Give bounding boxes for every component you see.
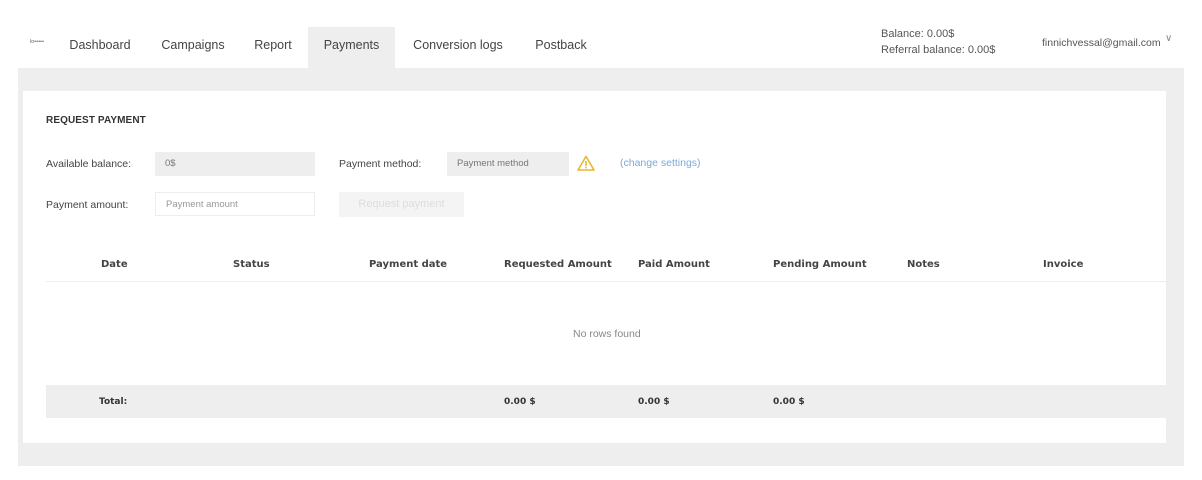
column-header-paid-amount[interactable]: Paid Amount (638, 259, 710, 270)
total-label: Total: (99, 397, 128, 407)
column-header-status[interactable]: Status (233, 259, 270, 270)
column-header-invoice[interactable]: Invoice (1043, 259, 1083, 270)
payment-amount-label: Payment amount: (46, 199, 129, 211)
payment-method-field: Payment method (447, 152, 569, 176)
nav-postback[interactable]: Postback (518, 27, 604, 68)
table-total-row (46, 385, 1170, 418)
available-balance-label: Available balance: (46, 158, 132, 170)
total-pending-amount: 0.00 $ (773, 397, 805, 407)
brand-logo[interactable]: lo••••• (30, 39, 44, 45)
balance-text: Balance: 0.00$ (881, 28, 955, 40)
payment-method-label: Payment method: (339, 158, 422, 170)
nav-campaigns[interactable]: Campaigns (149, 27, 237, 68)
nav-report[interactable]: Report (243, 27, 303, 68)
section-title: REQUEST PAYMENT (46, 115, 146, 126)
column-header-requested-amount[interactable]: Requested Amount (504, 259, 612, 270)
top-navigation-bar: lo••••• Dashboard Campaigns Report Payme… (18, 0, 1184, 68)
column-header-payment-date[interactable]: Payment date (369, 259, 447, 270)
total-requested-amount: 0.00 $ (504, 397, 536, 407)
request-payment-button[interactable]: Request payment (339, 192, 464, 217)
nav-conversion-logs[interactable]: Conversion logs (399, 27, 517, 68)
user-email-menu[interactable]: finnichvessal@gmail.com (1042, 37, 1161, 49)
balance-info: Balance: 0.00$ Referral balance: 0.00$ (881, 26, 995, 58)
column-header-notes[interactable]: Notes (907, 259, 940, 270)
total-paid-amount: 0.00 $ (638, 397, 670, 407)
change-settings-link[interactable]: (change settings) (620, 157, 701, 169)
table-header-divider (46, 281, 1167, 282)
empty-table-message: No rows found (573, 328, 641, 340)
column-header-date[interactable]: Date (101, 259, 128, 270)
nav-payments[interactable]: Payments (308, 27, 395, 68)
chevron-down-icon[interactable]: ∨ (1165, 33, 1172, 44)
referral-balance-text: Referral balance: 0.00$ (881, 44, 996, 56)
nav-dashboard[interactable]: Dashboard (56, 27, 144, 68)
available-balance-value: 0$ (155, 152, 315, 176)
payment-amount-input[interactable] (155, 192, 315, 216)
column-header-pending-amount[interactable]: Pending Amount (773, 259, 867, 270)
warning-icon (577, 155, 595, 171)
